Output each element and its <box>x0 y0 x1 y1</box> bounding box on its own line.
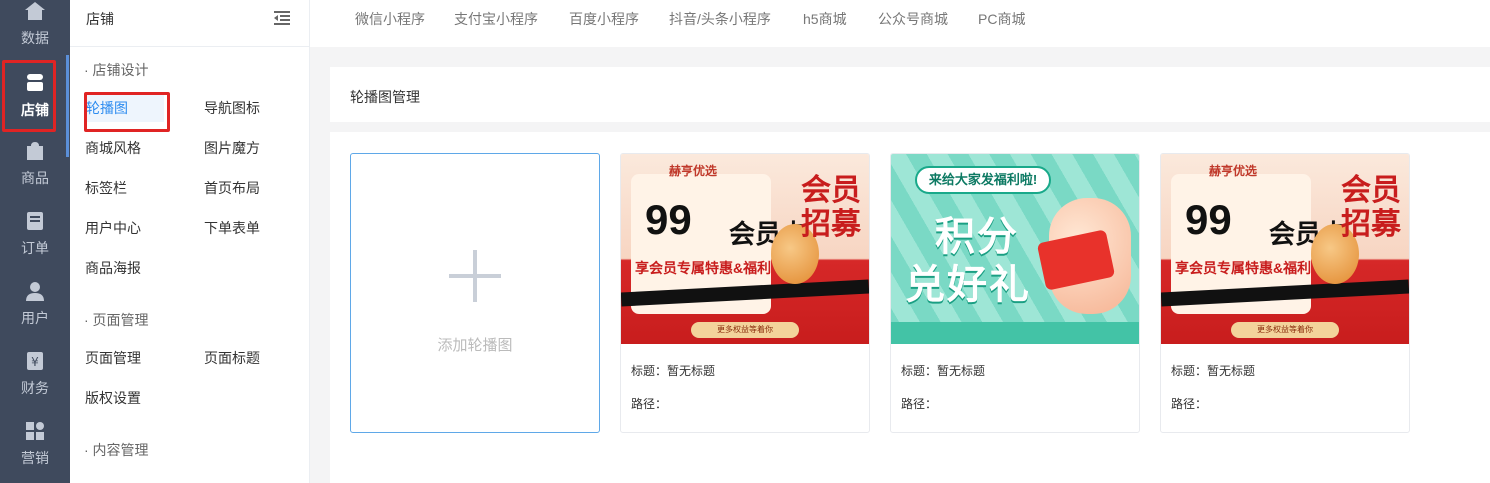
menu-link-image-magic[interactable]: 图片魔方 <box>204 134 260 162</box>
carousel-card[interactable]: 赫亨优选 99 会员卡 享会员专属特惠&福利 会员招募 更多权益等着你 标题：暂… <box>1160 153 1410 433</box>
rail-item-orders[interactable]: 订单 <box>0 210 70 280</box>
highlight-box <box>84 92 170 132</box>
menu-link-home-layout[interactable]: 首页布局 <box>204 174 260 202</box>
banner-number: 99 <box>1185 196 1232 243</box>
banner-stamp: 会员招募 <box>801 174 861 241</box>
app-root: 数据 店铺 商品 订单 用户 ¥ 财务 营销 店铺 · 店铺设计 轮播图 导航图… <box>0 0 1490 483</box>
platform-tabs: 微信小程序 支付宝小程序 百度小程序 抖音/头条小程序 h5商城 公众号商城 P… <box>310 0 1490 47</box>
carousel-card[interactable]: 来给大家发福利啦! 积分 兑好礼 标题：暂无标题 路径： <box>890 153 1140 433</box>
group-title-page-manage: · 页面管理 <box>84 312 149 328</box>
banner-number: 99 <box>645 196 692 243</box>
group-title-store-design: · 店铺设计 <box>84 62 149 78</box>
card-title: 标题：暂无标题 <box>901 364 986 378</box>
tab-alipay-mini[interactable]: 支付宝小程序 <box>454 9 538 29</box>
banner-image: 赫亨优选 99 会员卡 享会员专属特惠&福利 会员招募 更多权益等着你 <box>621 154 869 344</box>
tab-baidu-mini[interactable]: 百度小程序 <box>569 9 639 29</box>
card-path: 路径： <box>1171 397 1208 411</box>
menu-link-tab-bar[interactable]: 标签栏 <box>85 174 127 202</box>
active-section-indicator <box>66 55 69 157</box>
rail-item-finance[interactable]: ¥ 财务 <box>0 350 70 420</box>
marketing-icon <box>24 420 46 442</box>
user-icon <box>24 280 46 302</box>
add-carousel-button[interactable]: 添加轮播图 <box>350 153 600 433</box>
menu-link-page-manage[interactable]: 页面管理 <box>85 344 141 372</box>
card-path: 路径： <box>901 397 938 411</box>
tab-official-account-mall[interactable]: 公众号商城 <box>878 9 948 29</box>
tab-wechat-mini[interactable]: 微信小程序 <box>355 9 425 29</box>
menu-link-order-form[interactable]: 下单表单 <box>204 214 260 242</box>
rail-label: 营销 <box>21 450 49 466</box>
menu-link-copyright[interactable]: 版权设置 <box>85 384 141 412</box>
group-title-content-manage: · 内容管理 <box>84 442 149 458</box>
rail-label: 商品 <box>21 170 49 186</box>
tab-pc-mall[interactable]: PC商城 <box>978 9 1025 29</box>
submenu-header: 店铺 <box>70 0 309 47</box>
banner-subtitle: 享会员专属特惠&福利 <box>1175 260 1312 276</box>
banner-logo: 赫亨优选 <box>669 164 718 178</box>
banner-headline-2: 兑好礼 <box>905 263 1031 307</box>
rail-label: 用户 <box>21 310 49 326</box>
card-title: 标题：暂无标题 <box>1171 364 1256 378</box>
menu-collapse-icon[interactable] <box>273 9 291 27</box>
banner-bubble: 来给大家发福利啦! <box>915 166 1051 194</box>
rail-label: 财务 <box>21 380 49 396</box>
main-nav-rail: 数据 店铺 商品 订单 用户 ¥ 财务 营销 <box>0 0 70 483</box>
banner-image: 来给大家发福利啦! 积分 兑好礼 <box>891 154 1139 344</box>
banner-subtitle: 享会员专属特惠&福利 <box>635 260 772 276</box>
menu-link-nav-icon[interactable]: 导航图标 <box>204 94 260 122</box>
banner-button: 更多权益等着你 <box>691 322 799 338</box>
rail-label: 数据 <box>21 30 49 46</box>
tab-h5-mall[interactable]: h5商城 <box>803 9 847 29</box>
panel-title: 轮播图管理 <box>350 89 420 105</box>
home-icon <box>24 0 46 22</box>
add-carousel-label: 添加轮播图 <box>437 337 513 354</box>
banner-logo: 赫亨优选 <box>1209 164 1258 178</box>
bag-icon <box>24 140 46 162</box>
menu-link-user-center[interactable]: 用户中心 <box>85 214 141 242</box>
finance-icon: ¥ <box>24 350 46 372</box>
divider <box>330 122 1490 132</box>
submenu-title: 店铺 <box>86 11 114 27</box>
rail-label: 订单 <box>21 240 49 256</box>
banner-stamp: 会员招募 <box>1341 174 1401 241</box>
highlight-box <box>2 60 56 132</box>
card-path: 路径： <box>631 397 668 411</box>
menu-link-product-poster[interactable]: 商品海报 <box>85 254 141 282</box>
card-title: 标题：暂无标题 <box>631 364 716 378</box>
menu-link-page-title[interactable]: 页面标题 <box>204 344 260 372</box>
banner-button: 更多权益等着你 <box>1231 322 1339 338</box>
order-icon <box>24 210 46 232</box>
banner-footer <box>891 322 1139 344</box>
svg-text:¥: ¥ <box>31 355 39 369</box>
rail-item-goods[interactable]: 商品 <box>0 140 70 210</box>
plus-icon <box>449 250 501 302</box>
carousel-card[interactable]: 赫亨优选 99 会员卡 享会员专属特惠&福利 会员招募 更多权益等着你 标题：暂… <box>620 153 870 433</box>
tab-douyin-mini[interactable]: 抖音/头条小程序 <box>669 9 771 29</box>
rail-item-marketing[interactable]: 营销 <box>0 420 70 483</box>
menu-link-mall-style[interactable]: 商城风格 <box>85 134 141 162</box>
rail-item-users[interactable]: 用户 <box>0 280 70 350</box>
banner-image: 赫亨优选 99 会员卡 享会员专属特惠&福利 会员招募 更多权益等着你 <box>1161 154 1409 344</box>
